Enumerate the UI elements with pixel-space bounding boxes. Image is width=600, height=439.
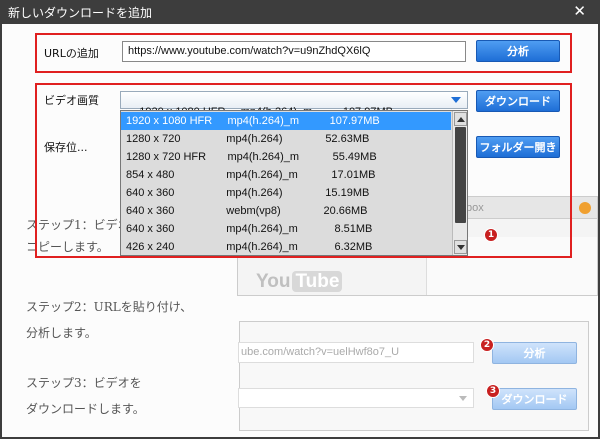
tutorial-analyze-button: 分析	[492, 342, 577, 364]
tutorial-badge-2: 2	[480, 338, 494, 352]
open-folder-button[interactable]: フォルダー開き	[476, 136, 560, 158]
step3-line2: ダウンロードします。	[26, 402, 145, 416]
video-quality-dropdown[interactable]: 1920 x 1080 HFR mp4(h.264)_m 107.97MB 12…	[120, 110, 468, 256]
quality-option[interactable]: 1920 x 1080 HFR mp4(h.264)_m 107.97MB	[121, 112, 451, 130]
tutorial-select-caret-icon	[459, 396, 467, 401]
quality-option[interactable]: 854 x 480 mp4(h.264)_m 17.01MB	[121, 166, 451, 184]
save-location-label: 保存位...	[44, 141, 88, 154]
analyze-button[interactable]: 分析	[476, 40, 560, 62]
tutorial-browser-tab-text: box	[466, 202, 484, 214]
step1-line1: ステップ1：ビデオ	[26, 218, 130, 232]
tutorial-download-button: ダウンロード	[492, 388, 577, 410]
step1-line2: コピーします。	[26, 240, 109, 254]
scroll-up-icon[interactable]	[454, 112, 467, 126]
quality-option[interactable]: 426 x 240 mp4(h.264)_m 6.32MB	[121, 238, 451, 255]
quality-option[interactable]: 1280 x 720 mp4(h.264) 52.63MB	[121, 130, 451, 148]
chevron-down-icon[interactable]	[451, 97, 461, 103]
step3-text: ステップ3：ビデオを ダウンロードします。	[26, 372, 145, 420]
tutorial-youtube-logo: You Tube	[256, 271, 343, 293]
step3-line1: ステップ3：ビデオを	[26, 376, 142, 390]
quality-option[interactable]: 640 x 360 webm(vp8) 20.66MB	[121, 202, 451, 220]
tutorial-browser-extension-icon	[579, 202, 591, 214]
youtube-logo-tube: Tube	[292, 271, 343, 292]
step2-line2: 分析します。	[26, 326, 97, 340]
tutorial-badge-3: 3	[486, 384, 500, 398]
download-button[interactable]: ダウンロード	[476, 90, 560, 112]
youtube-logo-you: You	[256, 271, 291, 292]
step2-line1: ステップ2：URLを貼り付け、	[26, 300, 193, 314]
dropdown-scrollbar[interactable]	[452, 111, 467, 255]
tutorial-url-text: ube.com/watch?v=uelHwf8o7_U	[241, 346, 400, 358]
url-label: URLの追加	[44, 47, 99, 60]
tutorial-badge-1: 1	[484, 228, 498, 242]
quality-option[interactable]: 640 x 360 mp4(h.264) 15.19MB	[121, 184, 451, 202]
video-quality-label: ビデオ画質	[44, 94, 99, 107]
close-icon[interactable]: ✕	[573, 2, 586, 20]
tutorial-url-field: ube.com/watch?v=uelHwf8o7_U	[238, 342, 474, 363]
tutorial-app-mock: ube.com/watch?v=uelHwf8o7_U	[238, 321, 589, 431]
step1-text: ステップ1：ビデオ コピーします。	[26, 214, 130, 258]
quality-option[interactable]: 640 x 360 mp4(h.264)_m 8.51MB	[121, 220, 451, 238]
scroll-down-icon[interactable]	[454, 240, 467, 254]
scrollbar-thumb[interactable]	[455, 127, 466, 223]
video-quality-select[interactable]: 1920 x 1080 HFR mp4(h.264)_m 107.97MB	[120, 91, 468, 118]
quality-option[interactable]: 1280 x 720 HFR mp4(h.264)_m 55.49MB	[121, 148, 451, 166]
tutorial-quality-select	[238, 388, 474, 408]
window-title: 新しいダウンロードを追加	[8, 6, 153, 20]
url-input[interactable]: https://www.youtube.com/watch?v=u9nZhdQX…	[122, 41, 466, 62]
dialog-body: box You Tube 1 ube.com/watch?v=uelHwf8o7_…	[2, 24, 598, 437]
step2-text: ステップ2：URLを貼り付け、 分析します。	[26, 296, 192, 344]
title-bar: 新しいダウンロードを追加 ✕	[0, 0, 600, 24]
